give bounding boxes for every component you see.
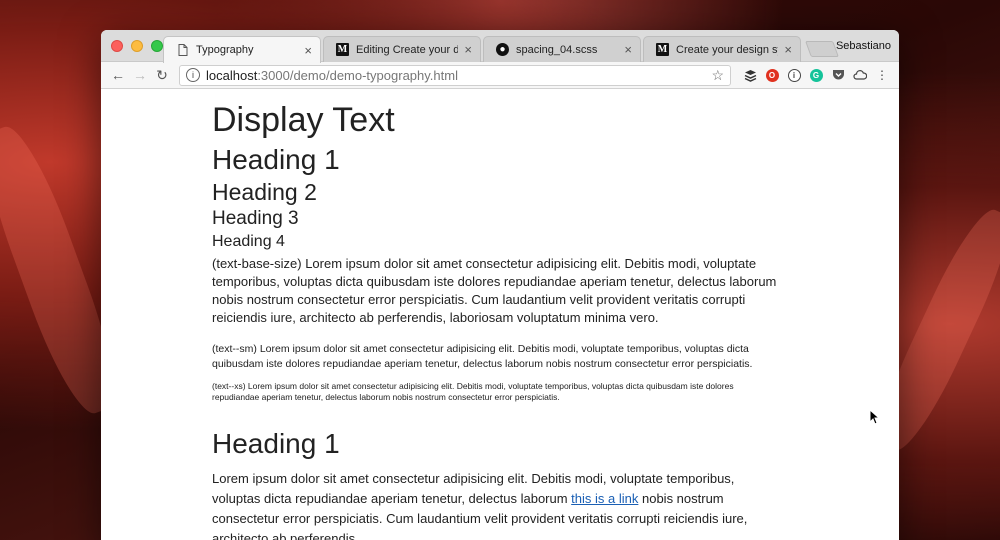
medium-icon: M <box>656 43 669 56</box>
pocket-extension-icon[interactable] <box>827 69 849 81</box>
medium-icon: M <box>336 43 349 56</box>
tab-editing[interactable]: M Editing Create your desig × <box>323 36 481 62</box>
forward-arrow-icon[interactable]: → <box>129 67 151 83</box>
close-icon[interactable]: × <box>464 42 472 57</box>
heading-2: Heading 2 <box>212 179 317 205</box>
url-text: localhost:3000/demo/demo-typography.html <box>206 67 458 83</box>
page-viewport[interactable]: Display Text Heading 1 Heading 2 Heading… <box>101 90 899 540</box>
tab-create-design[interactable]: M Create your design syste × <box>643 36 801 62</box>
base-size-paragraph: (text-base-size) Lorem ipsum dolor sit a… <box>212 256 777 325</box>
back-arrow-icon[interactable]: ← <box>107 67 129 83</box>
grammarly-extension-icon[interactable]: G <box>805 68 827 82</box>
close-window-button[interactable] <box>111 40 123 52</box>
small-paragraph: (text--sm) Lorem ipsum dolor sit amet co… <box>212 343 753 370</box>
menu-kebab-icon[interactable]: ⋮ <box>871 68 893 82</box>
new-tab-button[interactable] <box>805 41 839 57</box>
display-text: Display Text <box>212 101 395 139</box>
tab-label: Typography <box>196 44 254 56</box>
tab-strip: Typography × M Editing Create your desig… <box>101 30 899 63</box>
tab-spacing[interactable]: ● spacing_04.scss × <box>483 36 641 62</box>
tab-label: Create your design syste <box>676 43 778 56</box>
close-icon[interactable]: × <box>304 43 312 58</box>
tab-label: spacing_04.scss <box>516 43 598 56</box>
cloud-extension-icon[interactable] <box>849 70 871 80</box>
body-paragraph: Lorem ipsum dolor sit amet consectetur a… <box>212 471 748 540</box>
document-icon <box>176 44 189 57</box>
tab-label: Editing Create your desig <box>356 43 459 56</box>
close-icon[interactable]: × <box>784 42 792 57</box>
close-icon[interactable]: × <box>624 42 632 57</box>
reload-icon[interactable]: ↻ <box>151 67 173 84</box>
inline-link[interactable]: this is a link <box>571 491 638 506</box>
address-bar[interactable]: i localhost:3000/demo/demo-typography.ht… <box>179 64 731 86</box>
zoom-window-button[interactable] <box>151 40 163 52</box>
window-controls <box>111 40 163 52</box>
profile-name[interactable]: Sebastiano <box>836 40 891 52</box>
extra-small-paragraph: (text--xs) Lorem ipsum dolor sit amet co… <box>212 381 734 402</box>
info-circle-extension-icon[interactable]: i <box>783 68 805 82</box>
github-icon: ● <box>496 43 509 56</box>
tab-typography[interactable]: Typography × <box>163 36 321 63</box>
browser-window: Typography × M Editing Create your desig… <box>101 30 899 540</box>
minimize-window-button[interactable] <box>131 40 143 52</box>
buffer-extension-icon[interactable] <box>739 69 761 82</box>
mouse-cursor-icon <box>869 409 881 425</box>
typography-demo: Display Text Heading 1 Heading 2 Heading… <box>212 100 782 540</box>
heading-1: Heading 1 <box>212 144 340 175</box>
info-icon[interactable]: i <box>186 68 200 82</box>
heading-4: Heading 4 <box>212 233 285 250</box>
opera-extension-icon[interactable]: O <box>761 68 783 82</box>
bookmark-star-icon[interactable]: ☆ <box>711 67 724 84</box>
heading-1-second: Heading 1 <box>212 428 340 459</box>
heading-3: Heading 3 <box>212 208 299 229</box>
browser-toolbar: ← → ↻ i localhost:3000/demo/demo-typogra… <box>101 62 899 89</box>
